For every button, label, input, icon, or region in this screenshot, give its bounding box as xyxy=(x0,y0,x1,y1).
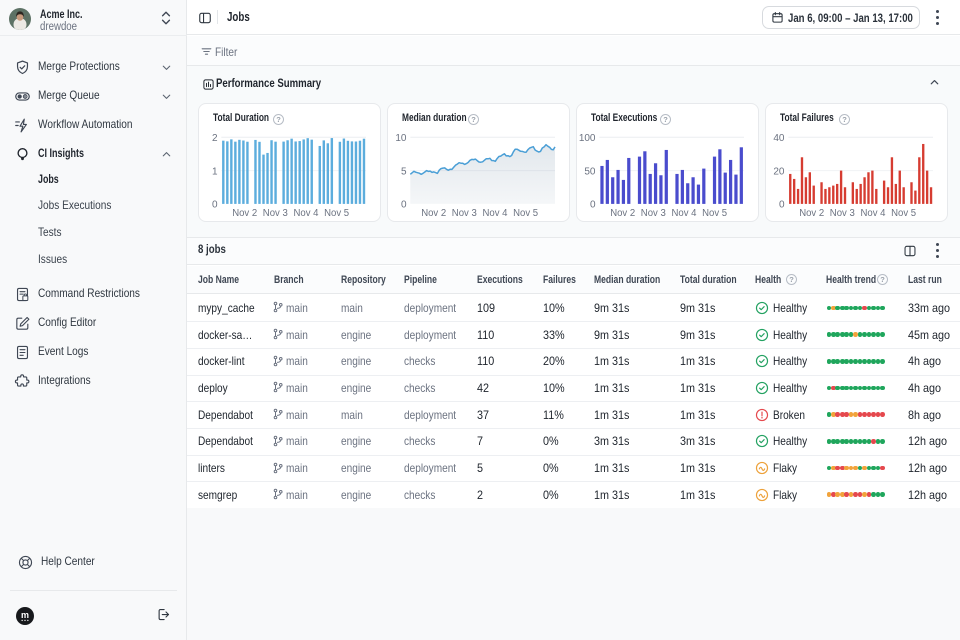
svg-text:0: 0 xyxy=(401,200,407,211)
svg-text:0: 0 xyxy=(590,200,596,211)
svg-text:1: 1 xyxy=(212,166,218,177)
svg-text:5: 5 xyxy=(401,166,407,177)
svg-text:Nov 3: Nov 3 xyxy=(641,208,666,219)
svg-text:Nov 3: Nov 3 xyxy=(263,208,288,219)
svg-text:Nov 2: Nov 2 xyxy=(421,208,446,219)
svg-text:100: 100 xyxy=(579,133,596,144)
svg-text:Nov 2: Nov 2 xyxy=(799,208,824,219)
svg-text:0: 0 xyxy=(212,200,218,211)
svg-text:20: 20 xyxy=(773,166,785,177)
svg-text:0: 0 xyxy=(779,200,785,211)
svg-text:Nov 3: Nov 3 xyxy=(830,208,855,219)
svg-text:m: m xyxy=(21,610,29,620)
svg-text:40: 40 xyxy=(773,133,785,144)
svg-text:Nov 5: Nov 5 xyxy=(513,208,538,219)
svg-text:10: 10 xyxy=(395,133,407,144)
svg-text:Nov 5: Nov 5 xyxy=(702,208,727,219)
svg-text:Nov 4: Nov 4 xyxy=(483,208,508,219)
svg-text:Nov 3: Nov 3 xyxy=(452,208,477,219)
svg-text:Nov 4: Nov 4 xyxy=(672,208,697,219)
svg-text:Nov 5: Nov 5 xyxy=(891,208,916,219)
svg-text:2: 2 xyxy=(212,133,218,144)
svg-text:Nov 5: Nov 5 xyxy=(324,208,349,219)
svg-text:Nov 4: Nov 4 xyxy=(861,208,886,219)
svg-text:Nov 4: Nov 4 xyxy=(294,208,319,219)
svg-text:50: 50 xyxy=(584,166,596,177)
svg-text:Nov 2: Nov 2 xyxy=(610,208,635,219)
svg-text:Nov 2: Nov 2 xyxy=(232,208,257,219)
